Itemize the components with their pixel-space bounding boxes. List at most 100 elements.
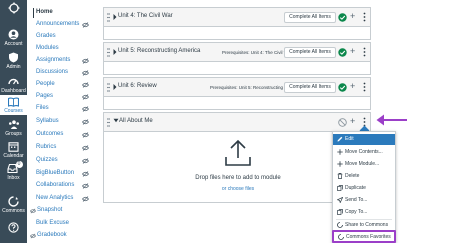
course-nav-quizzes[interactable]: Quizzes [27,156,97,168]
global-nav-admin[interactable]: Admin [0,52,27,72]
course-nav-label: Gradebook [37,232,67,238]
course-nav-pages[interactable]: Pages [27,92,97,104]
add-item-icon[interactable]: + [350,46,355,56]
kebab-menu-icon[interactable] [363,82,366,92]
kebab-menu-icon[interactable] [363,12,366,22]
move-icon [337,149,343,155]
module-header[interactable]: Unit 4: The Civil War Complete All Items… [104,8,370,27]
hidden-eye-icon [82,158,89,164]
canvas-logo-icon [7,2,20,14]
course-nav-bulk-excuse[interactable]: Bulk Excuse [27,219,97,231]
module-title[interactable]: Unit 5: Reconstructing America [118,48,200,54]
menu-item-copy-to[interactable]: Copy To... [333,207,395,218]
menu-item-duplicate[interactable]: Duplicate [333,183,395,194]
course-nav-label: Announcements [36,21,80,27]
course-nav-discussions[interactable]: Discussions [27,68,97,80]
menu-item-move-contents[interactable]: Move Contents... [333,147,395,158]
course-nav-home[interactable]: Home [27,8,97,20]
course-nav-modules[interactable]: Modules [27,44,97,56]
add-item-icon[interactable]: + [350,11,355,21]
completion-requirement-button[interactable]: Complete All Items [284,12,336,23]
module-unit-5: Unit 5: Reconstructing America Prerequis… [103,42,371,75]
published-check-icon[interactable] [338,83,347,92]
dashboard-icon [8,78,19,85]
menu-item-label: Copy To... [345,209,368,215]
course-nav-announcements[interactable]: Announcements [27,20,97,32]
published-check-icon[interactable] [338,48,347,57]
global-nav-calendar[interactable]: Calendar [0,141,27,161]
course-nav-bigbluebutton[interactable]: BigBlueButton [27,169,97,181]
global-nav-groups[interactable]: Groups [0,119,27,139]
drag-handle-icon[interactable] [107,48,110,57]
completion-requirement-button[interactable]: Complete All Items [284,82,336,93]
global-nav-commons[interactable]: Commons [0,196,27,216]
course-nav-label: Snapshot [37,207,63,213]
global-nav-logo[interactable] [0,2,27,14]
hidden-eye-icon [82,183,89,189]
menu-item-label: Duplicate [345,185,366,191]
book-icon [8,97,19,107]
file-drop-zone[interactable]: Drop files here to add to module or choo… [104,132,370,202]
published-check-icon[interactable] [338,13,347,22]
user-icon [8,29,19,40]
course-nav-people[interactable]: People [27,80,97,92]
module-header[interactable]: Unit 5: Reconstructing America Prerequis… [104,43,370,62]
caret-right-icon[interactable] [113,83,117,91]
module-title[interactable]: Unit 4: The Civil War [118,13,173,19]
course-nav-gradebook[interactable]: Gradebook [27,231,97,243]
global-nav-courses[interactable]: Courses [0,95,27,115]
hidden-eye-icon [82,94,89,100]
menu-item-edit[interactable]: Edit [333,134,395,145]
course-nav-rubrics[interactable]: Rubrics [27,143,97,155]
add-item-icon[interactable]: + [350,116,355,126]
module-title[interactable]: All About Me [119,118,153,124]
send-icon [337,197,343,203]
drag-handle-icon[interactable] [107,83,110,92]
global-nav-dashboard[interactable]: Dashboard [0,76,27,96]
commons-icon [337,222,343,228]
course-nav-label: Pages [36,93,54,99]
course-nav-snapshot[interactable]: Snapshot [27,206,97,218]
kebab-menu-icon[interactable] [363,47,366,57]
module-header[interactable]: Unit 6: Review Prerequisites: Unit 5: Re… [104,78,370,97]
global-nav: Account Admin Dashboard Courses Groups C… [0,0,27,243]
global-nav-account[interactable]: Account [0,29,27,49]
shield-icon [9,52,18,63]
course-nav-label: Rubrics [36,144,57,150]
course-nav-new-analytics[interactable]: New Analytics [27,194,97,206]
module-prerequisites: Prerequisites: Unit 4: The Civil War [222,50,292,55]
hidden-eye-icon [82,22,89,28]
course-nav-label: Assignments [36,57,71,63]
course-nav-syllabus[interactable]: Syllabus [27,117,97,129]
menu-item-label: Send To... [345,197,368,203]
caret-right-icon[interactable] [113,48,117,56]
course-nav-files[interactable]: Files [27,104,97,116]
global-nav-help[interactable] [0,222,27,236]
global-nav-label: Inbox [7,175,20,181]
menu-item-commons-favorites[interactable]: Commons Favorites [332,230,396,243]
module-body [104,62,370,74]
course-nav-assignments[interactable]: Assignments [27,56,97,68]
menu-item-move-module[interactable]: Move Module... [333,159,395,170]
drag-handle-icon[interactable] [107,13,110,22]
groups-icon [8,120,19,129]
global-nav-inbox[interactable]: 0 Inbox [0,161,27,185]
global-nav-label: Groups [5,131,22,137]
course-nav-label: Grades [36,33,56,39]
unpublished-icon[interactable] [338,118,347,127]
module-body [104,27,370,39]
module-title[interactable]: Unit 6: Review [118,83,157,89]
course-nav-grades[interactable]: Grades [27,32,97,44]
course-nav-collaborations[interactable]: Collaborations [27,181,97,193]
course-nav-outcomes[interactable]: Outcomes [27,130,97,142]
canvas-app: Account Admin Dashboard Courses Groups C… [0,0,474,243]
menu-item-send-to[interactable]: Send To... [333,195,395,206]
module-header[interactable]: All About Me + [104,113,370,132]
course-nav-label: Home [36,9,53,15]
completion-requirement-button[interactable]: Complete All Items [284,47,336,58]
drag-handle-icon[interactable] [107,118,110,127]
menu-item-delete[interactable]: Delete [333,171,395,182]
menu-item-label: Delete [345,173,360,179]
add-item-icon[interactable]: + [350,81,355,91]
caret-right-icon[interactable] [113,13,117,21]
